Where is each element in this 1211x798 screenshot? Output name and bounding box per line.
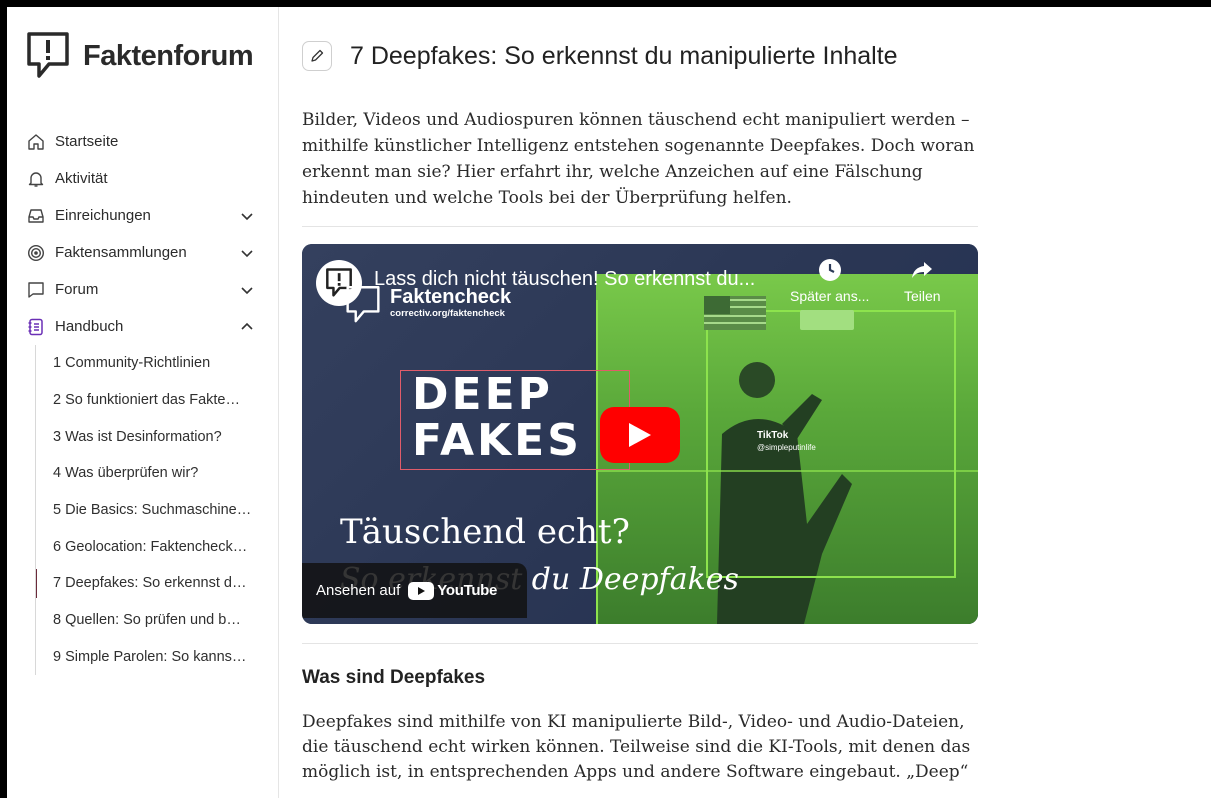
chevron-down-icon[interactable] bbox=[239, 208, 255, 224]
chevron-down-icon[interactable] bbox=[239, 245, 255, 261]
deep-text-line: DEEP bbox=[412, 369, 553, 420]
handbook-item[interactable]: 5 Die Basics: Suchmaschine… bbox=[36, 492, 265, 529]
grid-line bbox=[596, 470, 978, 472]
nav-label: Einreichungen bbox=[55, 207, 151, 224]
nav-item-aktivitaet[interactable]: Aktivität bbox=[25, 160, 255, 197]
home-icon bbox=[25, 131, 47, 153]
handbook-item[interactable]: 4 Was überprüfen wir? bbox=[36, 455, 265, 492]
youtube-logo: YouTube bbox=[408, 581, 498, 600]
sidebar: Faktenforum Startseite Aktivität Einreic… bbox=[7, 7, 279, 798]
chevron-down-icon[interactable] bbox=[239, 282, 255, 298]
youtube-wordmark: YouTube bbox=[437, 582, 498, 599]
nav-label: Handbuch bbox=[55, 318, 124, 335]
window-frame-top bbox=[0, 0, 1211, 7]
handbook-icon bbox=[25, 316, 47, 338]
watch-later-label: Später ans... bbox=[790, 288, 870, 304]
edit-button[interactable] bbox=[302, 41, 332, 71]
handbook-item[interactable]: 6 Geolocation: Faktencheck… bbox=[36, 528, 265, 565]
us-flag-icon bbox=[704, 296, 766, 330]
nav-item-faktensammlungen[interactable]: Faktensammlungen bbox=[25, 234, 255, 271]
intro-paragraph: Bilder, Videos und Audiospuren können tä… bbox=[302, 110, 975, 208]
divider bbox=[302, 643, 978, 644]
handbook-item-active[interactable]: 7 Deepfakes: So erkennst d… bbox=[36, 565, 265, 602]
divider bbox=[302, 226, 978, 227]
watch-on-youtube-button[interactable]: Ansehen auf YouTube bbox=[302, 563, 527, 618]
bell-icon bbox=[25, 168, 47, 190]
tiktok-handle: @simpleputinlife bbox=[757, 443, 816, 452]
nav-label: Faktensammlungen bbox=[55, 244, 187, 261]
channel-url: correctiv.org/faktencheck bbox=[390, 308, 505, 319]
clock-icon bbox=[818, 259, 841, 281]
watch-on-label: Ansehen auf bbox=[316, 582, 401, 599]
handbook-subnav: 1 Community-Richtlinien 2 So funktionier… bbox=[35, 345, 265, 676]
share-button[interactable]: Teilen bbox=[904, 258, 941, 304]
deepfakes-graphic-text: DEEP FAKES bbox=[412, 372, 582, 464]
youtube-video-embed[interactable]: Lass dich nicht täuschen! So erkennst du… bbox=[302, 244, 978, 624]
pencil-icon bbox=[311, 49, 324, 62]
app-logo[interactable]: Faktenforum bbox=[25, 30, 254, 82]
play-button[interactable] bbox=[600, 407, 680, 463]
deep-text-line: FAKES bbox=[412, 415, 582, 466]
tiktok-watermark: TikTok @simpleputinlife bbox=[757, 430, 816, 454]
youtube-play-icon bbox=[408, 581, 435, 600]
chevron-up-icon[interactable] bbox=[239, 319, 255, 335]
nav-label: Startseite bbox=[55, 133, 119, 150]
handbook-item[interactable]: 3 Was ist Desinformation? bbox=[36, 418, 265, 455]
window-frame-left bbox=[0, 0, 7, 798]
channel-name: Faktencheck bbox=[390, 286, 512, 308]
title-row: 7 Deepfakes: So erkennst du manipulierte… bbox=[302, 41, 898, 71]
main-nav: Startseite Aktivität Einreichungen Fakte… bbox=[25, 123, 255, 345]
nav-item-forum[interactable]: Forum bbox=[25, 271, 255, 308]
section-heading: Was sind Deepfakes bbox=[302, 667, 486, 688]
nav-item-startseite[interactable]: Startseite bbox=[25, 123, 255, 160]
video-overlay-title: Täuschend echt? bbox=[340, 512, 630, 552]
page-title: 7 Deepfakes: So erkennst du manipulierte… bbox=[350, 41, 898, 70]
nav-item-einreichungen[interactable]: Einreichungen bbox=[25, 197, 255, 234]
section-paragraph: Deepfakes sind mithilfe von KI manipulie… bbox=[302, 712, 971, 782]
play-icon bbox=[629, 423, 651, 447]
face-detection-frame bbox=[706, 310, 956, 578]
tiktok-label: TikTok bbox=[757, 430, 789, 441]
handbook-item[interactable]: 9 Simple Parolen: So kanns… bbox=[36, 639, 265, 676]
app-name: Faktenforum bbox=[83, 39, 254, 72]
handbook-item[interactable]: 2 So funktioniert das Fakte… bbox=[36, 382, 265, 419]
chat-bubble-icon bbox=[25, 279, 47, 301]
nav-label: Forum bbox=[55, 281, 99, 298]
nav-label: Aktivität bbox=[55, 170, 108, 187]
watch-later-button[interactable]: Später ans... bbox=[790, 258, 869, 304]
share-label: Teilen bbox=[904, 288, 941, 304]
speech-bubble-logo-icon bbox=[27, 32, 69, 78]
inbox-icon bbox=[25, 205, 47, 227]
video-overlay-box bbox=[800, 310, 854, 330]
nav-item-handbuch[interactable]: Handbuch bbox=[25, 308, 255, 345]
handbook-item[interactable]: 1 Community-Richtlinien bbox=[36, 345, 265, 382]
handbook-item[interactable]: 8 Quellen: So prüfen und b… bbox=[36, 602, 265, 639]
target-icon bbox=[25, 242, 47, 264]
share-arrow-icon bbox=[912, 262, 933, 278]
